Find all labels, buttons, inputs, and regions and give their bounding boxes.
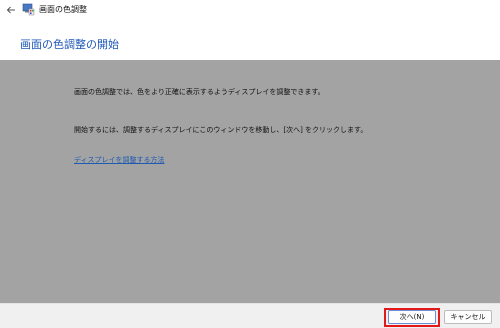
page-header: 画面の色調整の開始	[0, 20, 500, 60]
back-arrow-icon	[6, 6, 15, 14]
content-panel: 画面の色調整では、色をより正確に表示するようディスプレイを調整できます。 開始す…	[0, 60, 500, 303]
window-title: 画面の色調整	[39, 5, 87, 14]
cancel-button[interactable]: キャンセル	[444, 310, 492, 324]
back-button[interactable]	[4, 3, 18, 17]
footer-bar: 次へ(N) キャンセル	[0, 303, 500, 328]
color-calibration-app-icon	[22, 3, 35, 16]
next-button[interactable]: 次へ(N)	[388, 310, 436, 324]
page-title: 画面の色調整の開始	[20, 38, 119, 51]
title-bar: 画面の色調整	[0, 0, 500, 20]
calibration-help-link[interactable]: ディスプレイを調整する方法	[74, 155, 165, 165]
intro-text: 画面の色調整では、色をより正確に表示するようディスプレイを調整できます。	[74, 88, 325, 96]
instruction-text: 開始するには、調整するディスプレイにこのウィンドウを移動し、[次へ] をクリック…	[74, 126, 368, 134]
